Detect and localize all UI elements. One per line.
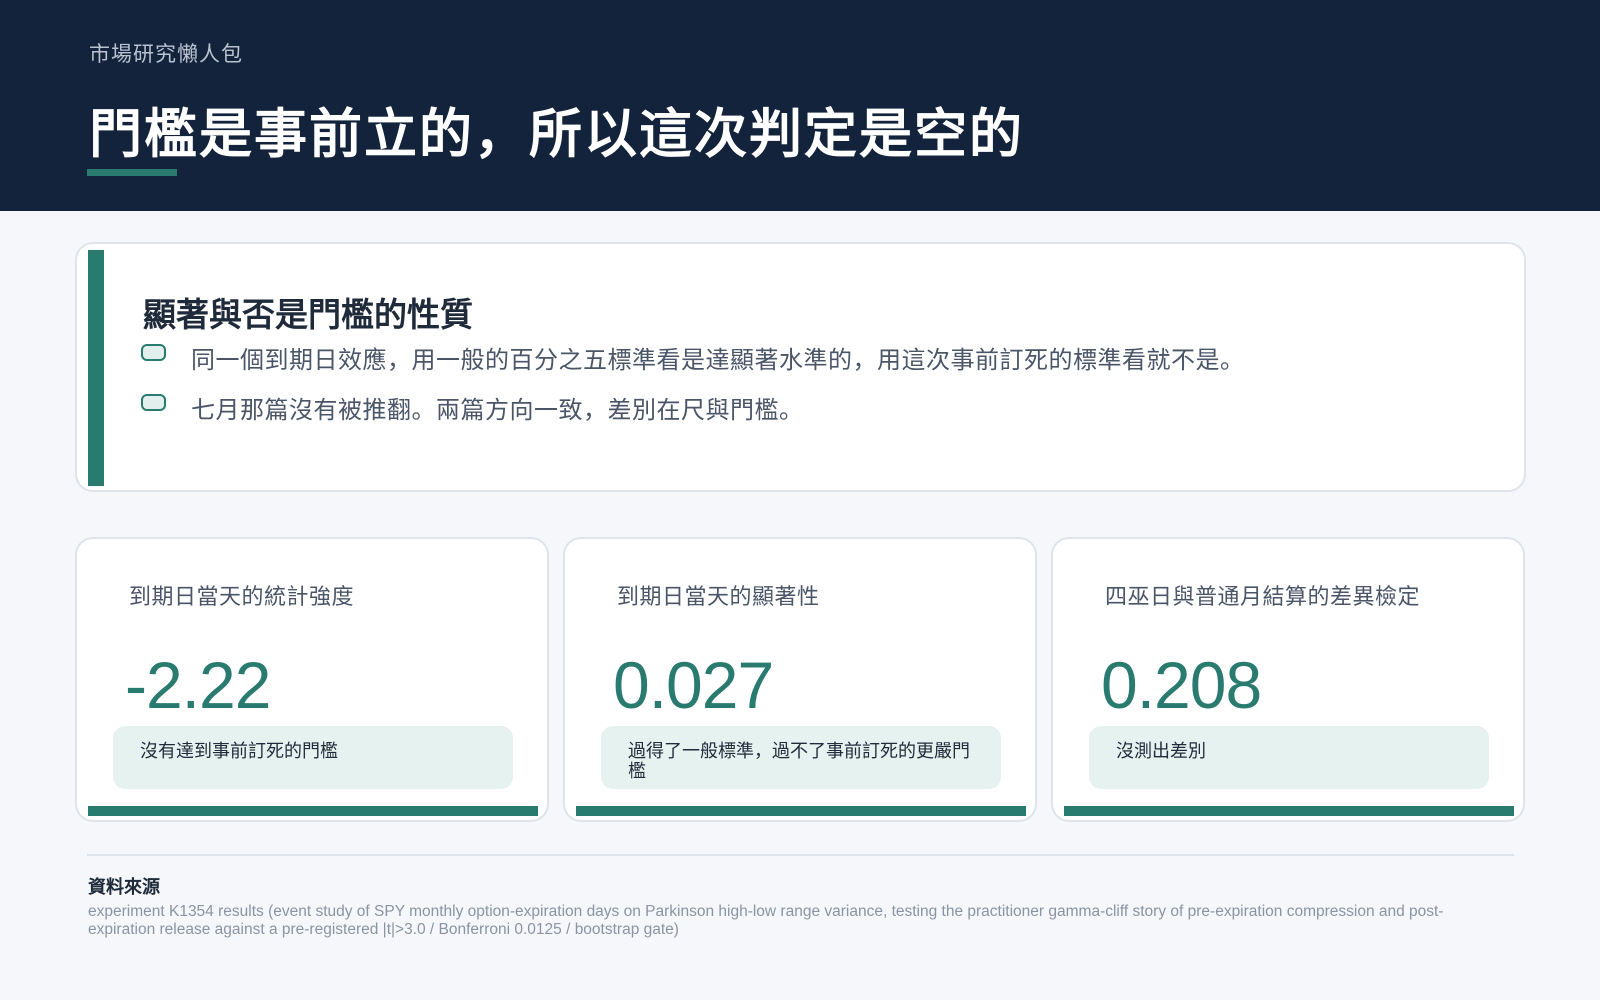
bullet-marker-icon <box>141 394 166 411</box>
summary-bullet: 同一個到期日效應，用一般的百分之五標準看是達顯著水準的，用這次事前訂死的標準看就… <box>141 340 1501 374</box>
source-heading: 資料來源 <box>88 877 160 898</box>
summary-card: 顯著與否是門檻的性質 同一個到期日效應，用一般的百分之五標準看是達顯著水準的，用… <box>75 242 1526 492</box>
metric-accent-bar <box>88 806 538 816</box>
metric-accent-bar <box>576 806 1026 816</box>
summary-accent-bar <box>88 250 104 486</box>
metric-card-statistic: 到期日當天的統計強度 -2.22 沒有達到事前訂死的門檻 <box>75 537 549 822</box>
metric-card-significance: 到期日當天的顯著性 0.027 過得了一般標準，過不了事前訂死的更嚴門檻 <box>563 537 1037 822</box>
metric-value: 0.208 <box>1101 648 1262 722</box>
bullet-marker-icon <box>141 344 166 361</box>
summary-bullet-text: 七月那篇沒有被推翻。兩篇方向一致，差別在尺與門檻。 <box>191 396 804 424</box>
summary-bullet: 七月那篇沒有被推翻。兩篇方向一致，差別在尺與門檻。 <box>141 390 1501 424</box>
metric-note: 過得了一般標準，過不了事前訂死的更嚴門檻 <box>601 726 1001 789</box>
metric-label: 到期日當天的顯著性 <box>617 585 820 610</box>
page-title: 門檻是事前立的，所以這次判定是空的 <box>89 104 1024 165</box>
source-text: experiment K1354 results (event study of… <box>88 903 1444 938</box>
summary-heading: 顯著與否是門檻的性質 <box>143 295 473 334</box>
metric-label: 四巫日與普通月結算的差異檢定 <box>1105 585 1421 610</box>
title-underline <box>87 169 177 176</box>
metric-label: 到期日當天的統計強度 <box>129 585 355 610</box>
footer-divider <box>87 854 1514 856</box>
metric-note: 沒有達到事前訂死的門檻 <box>113 726 513 789</box>
page-header: 市場研究懶人包 門檻是事前立的，所以這次判定是空的 <box>0 0 1600 211</box>
metric-accent-bar <box>1064 806 1514 816</box>
metric-card-difference-test: 四巫日與普通月結算的差異檢定 0.208 沒測出差別 <box>1051 537 1525 822</box>
summary-bullet-text: 同一個到期日效應，用一般的百分之五標準看是達顯著水準的，用這次事前訂死的標準看就… <box>191 346 1245 374</box>
metric-value: -2.22 <box>125 648 271 722</box>
metric-value: 0.027 <box>613 648 774 722</box>
header-kicker: 市場研究懶人包 <box>89 42 243 66</box>
metric-note: 沒測出差別 <box>1089 726 1489 789</box>
